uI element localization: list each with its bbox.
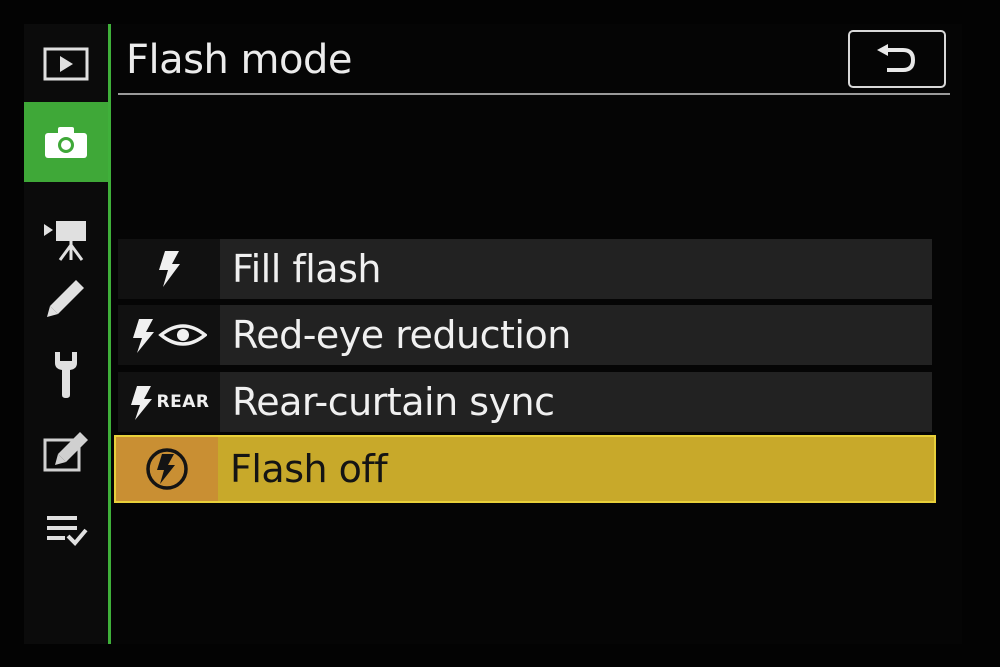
- playback-icon: [43, 47, 89, 81]
- rear-icon-text: REAR: [156, 392, 210, 412]
- menu-option-fill-flash[interactable]: Fill flash: [118, 239, 932, 299]
- page-title: Flash mode: [126, 37, 352, 83]
- setup-wrench-icon: [55, 352, 77, 398]
- sidebar-divider: [108, 24, 111, 644]
- back-button[interactable]: [848, 30, 946, 88]
- menu-option-label: Flash off: [230, 447, 388, 491]
- flash-off-icon: [146, 448, 188, 490]
- sidebar-item-custom-settings[interactable]: [24, 258, 108, 338]
- custom-settings-pencil-icon: [47, 280, 84, 317]
- retouch-icon: [43, 432, 88, 472]
- fill-flash-icon: [159, 251, 180, 287]
- title-divider: [118, 93, 950, 95]
- menu-option-label: Rear-curtain sync: [232, 380, 555, 424]
- return-arrow-icon: [877, 44, 916, 72]
- menu-option-rear-curtain-sync[interactable]: REAR Rear-curtain sync: [118, 372, 932, 432]
- menu-option-flash-off[interactable]: Flash off: [114, 435, 936, 503]
- menu-tab-sidebar: [24, 24, 108, 644]
- my-menu-icon: [47, 516, 88, 546]
- menu-option-label: Fill flash: [232, 247, 381, 291]
- red-eye-reduction-icon: [133, 319, 207, 353]
- sidebar-item-retouch[interactable]: [24, 412, 108, 492]
- movie-shooting-icon: [44, 221, 86, 261]
- menu-option-label: Red-eye reduction: [232, 313, 571, 357]
- sidebar-item-playback[interactable]: [24, 24, 108, 104]
- photo-shooting-camera-icon: [45, 127, 87, 158]
- sidebar-item-photo-shooting[interactable]: [24, 102, 108, 182]
- sidebar-item-setup[interactable]: [24, 334, 108, 414]
- rear-curtain-sync-icon: REAR: [129, 382, 210, 422]
- sidebar-item-my-menu[interactable]: [24, 490, 108, 570]
- menu-option-red-eye-reduction[interactable]: Red-eye reduction: [118, 305, 932, 365]
